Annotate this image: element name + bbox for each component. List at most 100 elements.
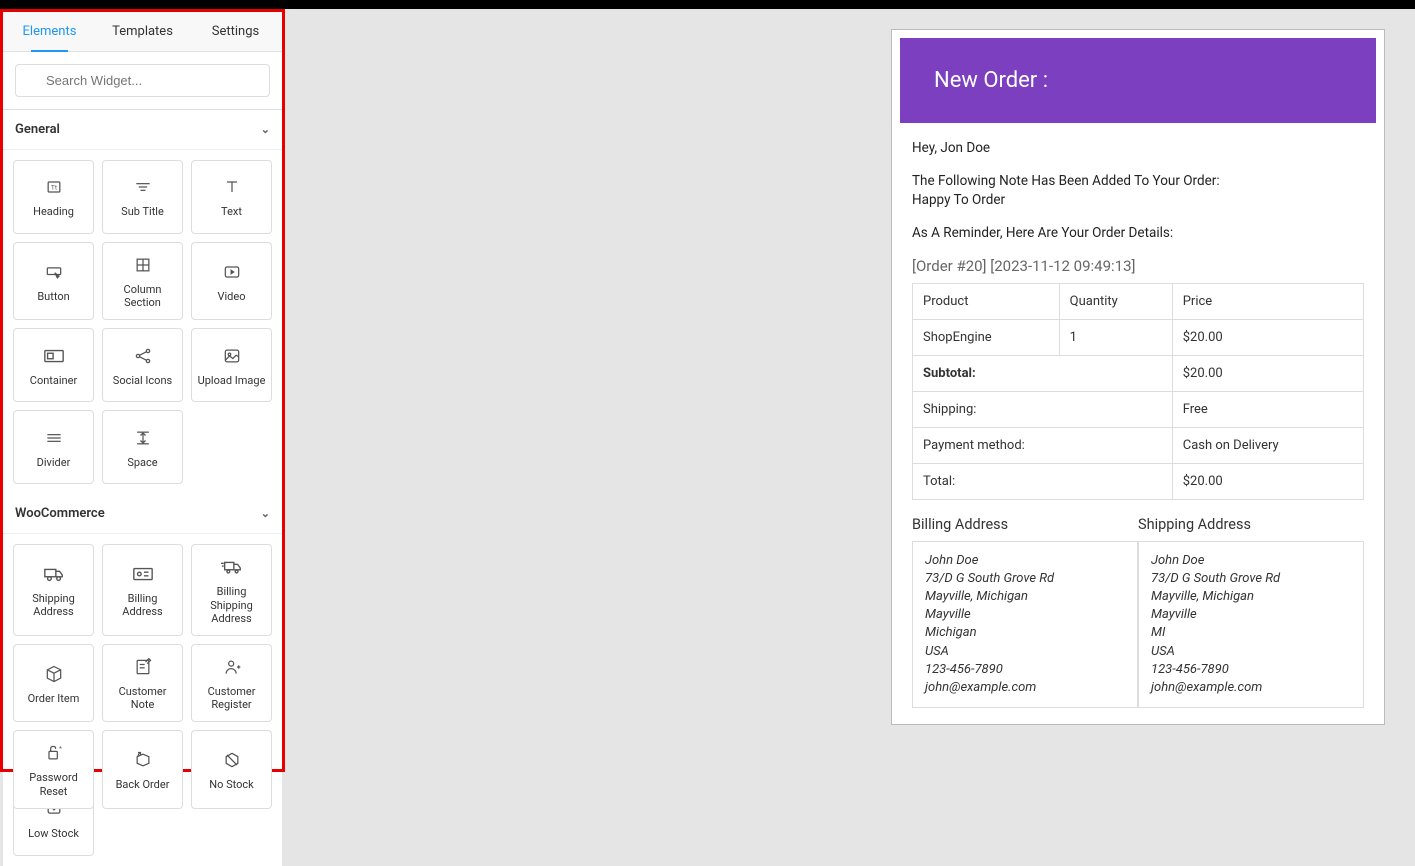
widget-back-order[interactable]: Back Order — [102, 730, 183, 808]
td-product: ShopEngine — [913, 319, 1060, 355]
tab-elements[interactable]: Elements — [3, 12, 96, 51]
share-icon — [131, 344, 155, 368]
shipping-country: USA — [1151, 643, 1351, 661]
widget-label: Video — [218, 290, 246, 303]
widget-customer-note[interactable]: Customer Note — [102, 644, 183, 722]
widget-billing-shipping-address[interactable]: Billing Shipping Address — [191, 544, 272, 636]
addresses: Billing Address John Doe 73/D G South Gr… — [912, 516, 1364, 709]
billing-title: Billing Address — [912, 516, 1138, 533]
section-woocommerce-header[interactable]: WooCommerce ⌄ — [3, 494, 282, 534]
widget-label: Customer Note — [107, 685, 178, 711]
user-plus-icon — [220, 655, 244, 679]
td-payment: Cash on Delivery — [1172, 427, 1363, 463]
widget-divider[interactable]: Divider — [13, 410, 94, 484]
table-row: Shipping: Free — [913, 391, 1364, 427]
email-reminder: As A Reminder, Here Are Your Order Detai… — [912, 224, 1364, 243]
widget-label: Billing Shipping Address — [196, 585, 267, 625]
billing-name: John Doe — [925, 552, 1125, 570]
section-general-header[interactable]: General ⌄ — [3, 110, 282, 150]
tab-templates[interactable]: Templates — [96, 12, 189, 51]
image-icon — [220, 344, 244, 368]
svg-text:*: * — [59, 745, 62, 753]
table-row: Subtotal: $20.00 — [913, 355, 1364, 391]
table-row: Total: $20.00 — [913, 463, 1364, 499]
widget-social-icons[interactable]: Social Icons — [102, 328, 183, 402]
widget-container[interactable]: Container — [13, 328, 94, 402]
email-preview: New Order : Hey, Jon Doe The Following N… — [891, 29, 1385, 725]
widget-label: Social Icons — [113, 374, 172, 387]
shipping-email: john@example.com — [1151, 679, 1351, 697]
shipping-citystate: Mayville, Michigan — [1151, 588, 1351, 606]
widget-label: Shipping Address — [18, 592, 89, 618]
package-icon — [42, 662, 66, 686]
widget-label: Back Order — [116, 778, 170, 791]
widget-label: No Stock — [209, 778, 253, 791]
chevron-down-icon: ⌄ — [261, 123, 270, 136]
td-shipping-label: Shipping: — [913, 391, 1173, 427]
box-slash-icon — [220, 748, 244, 772]
shipping-city: Mayville — [1151, 606, 1351, 624]
box-refresh-icon — [131, 748, 155, 772]
tab-settings[interactable]: Settings — [189, 12, 282, 51]
billing-citystate: Mayville, Michigan — [925, 588, 1125, 606]
widget-button[interactable]: Button — [13, 242, 94, 320]
card-icon — [131, 562, 155, 586]
widget-customer-register[interactable]: Customer Register — [191, 644, 272, 722]
widget-upload-image[interactable]: Upload Image — [191, 328, 272, 402]
email-title: New Order : — [900, 38, 1376, 123]
section-general-label: General — [15, 122, 60, 137]
note-icon — [131, 655, 155, 679]
shipping-title: Shipping Address — [1138, 516, 1364, 533]
sidebar-panel: Elements Templates Settings General ⌄ Tt… — [0, 9, 285, 772]
top-bar — [0, 0, 1415, 9]
billing-city: Mayville — [925, 606, 1125, 624]
search-input[interactable] — [15, 64, 270, 97]
email-note-intro: The Following Note Has Been Added To You… — [912, 173, 1220, 189]
widget-column-section[interactable]: Column Section — [102, 242, 183, 320]
widget-billing-address[interactable]: Billing Address — [102, 544, 183, 636]
email-note-body: Happy To Order — [912, 192, 1005, 208]
heading-icon: Tt — [42, 175, 66, 199]
widget-shipping-address[interactable]: Shipping Address — [13, 544, 94, 636]
widget-text[interactable]: Text — [191, 160, 272, 234]
general-widget-grid: Tt Heading Sub Title Text Button Column … — [3, 150, 282, 494]
widget-no-stock[interactable]: No Stock — [191, 730, 272, 808]
billing-street: 73/D G South Grove Rd — [925, 570, 1125, 588]
table-row: Payment method: Cash on Delivery — [913, 427, 1364, 463]
order-meta: [Order #20] [2023-11-12 09:49:13] — [912, 257, 1364, 275]
widget-label: Column Section — [107, 283, 178, 309]
td-total: $20.00 — [1172, 463, 1363, 499]
email-greeting: Hey, Jon Doe — [912, 139, 1364, 158]
shipping-phone: 123-456-7890 — [1151, 661, 1351, 679]
widget-label: Low Stock — [28, 827, 79, 840]
shipping-state: MI — [1151, 624, 1351, 642]
widget-video[interactable]: Video — [191, 242, 272, 320]
th-product: Product — [913, 283, 1060, 319]
td-shipping: Free — [1172, 391, 1363, 427]
widget-label: Billing Address — [107, 592, 178, 618]
sidebar-tabs: Elements Templates Settings — [3, 12, 282, 52]
widget-space[interactable]: Space — [102, 410, 183, 484]
th-qty: Quantity — [1059, 283, 1172, 319]
td-payment-label: Payment method: — [913, 427, 1173, 463]
widget-password-reset[interactable]: * Password Reset — [13, 730, 94, 808]
search-wrap — [3, 52, 282, 110]
widget-label: Order Item — [28, 692, 80, 705]
widget-label: Space — [127, 456, 157, 469]
shipping-col: Shipping Address John Doe 73/D G South G… — [1138, 516, 1364, 709]
email-note: The Following Note Has Been Added To You… — [912, 172, 1364, 210]
widget-subtitle[interactable]: Sub Title — [102, 160, 183, 234]
section-woocommerce-label: WooCommerce — [15, 506, 105, 521]
td-subtotal: $20.00 — [1172, 355, 1363, 391]
td-price: $20.00 — [1172, 319, 1363, 355]
widget-heading[interactable]: Tt Heading — [13, 160, 94, 234]
truck-fast-icon — [220, 555, 244, 579]
shipping-name: John Doe — [1151, 552, 1351, 570]
subtitle-icon — [131, 175, 155, 199]
widget-label: Customer Register — [196, 685, 267, 711]
widget-order-item[interactable]: Order Item — [13, 644, 94, 722]
billing-phone: 123-456-7890 — [925, 661, 1125, 679]
widget-label: Heading — [33, 205, 74, 218]
space-icon — [131, 426, 155, 450]
widget-label: Password Reset — [18, 771, 89, 797]
